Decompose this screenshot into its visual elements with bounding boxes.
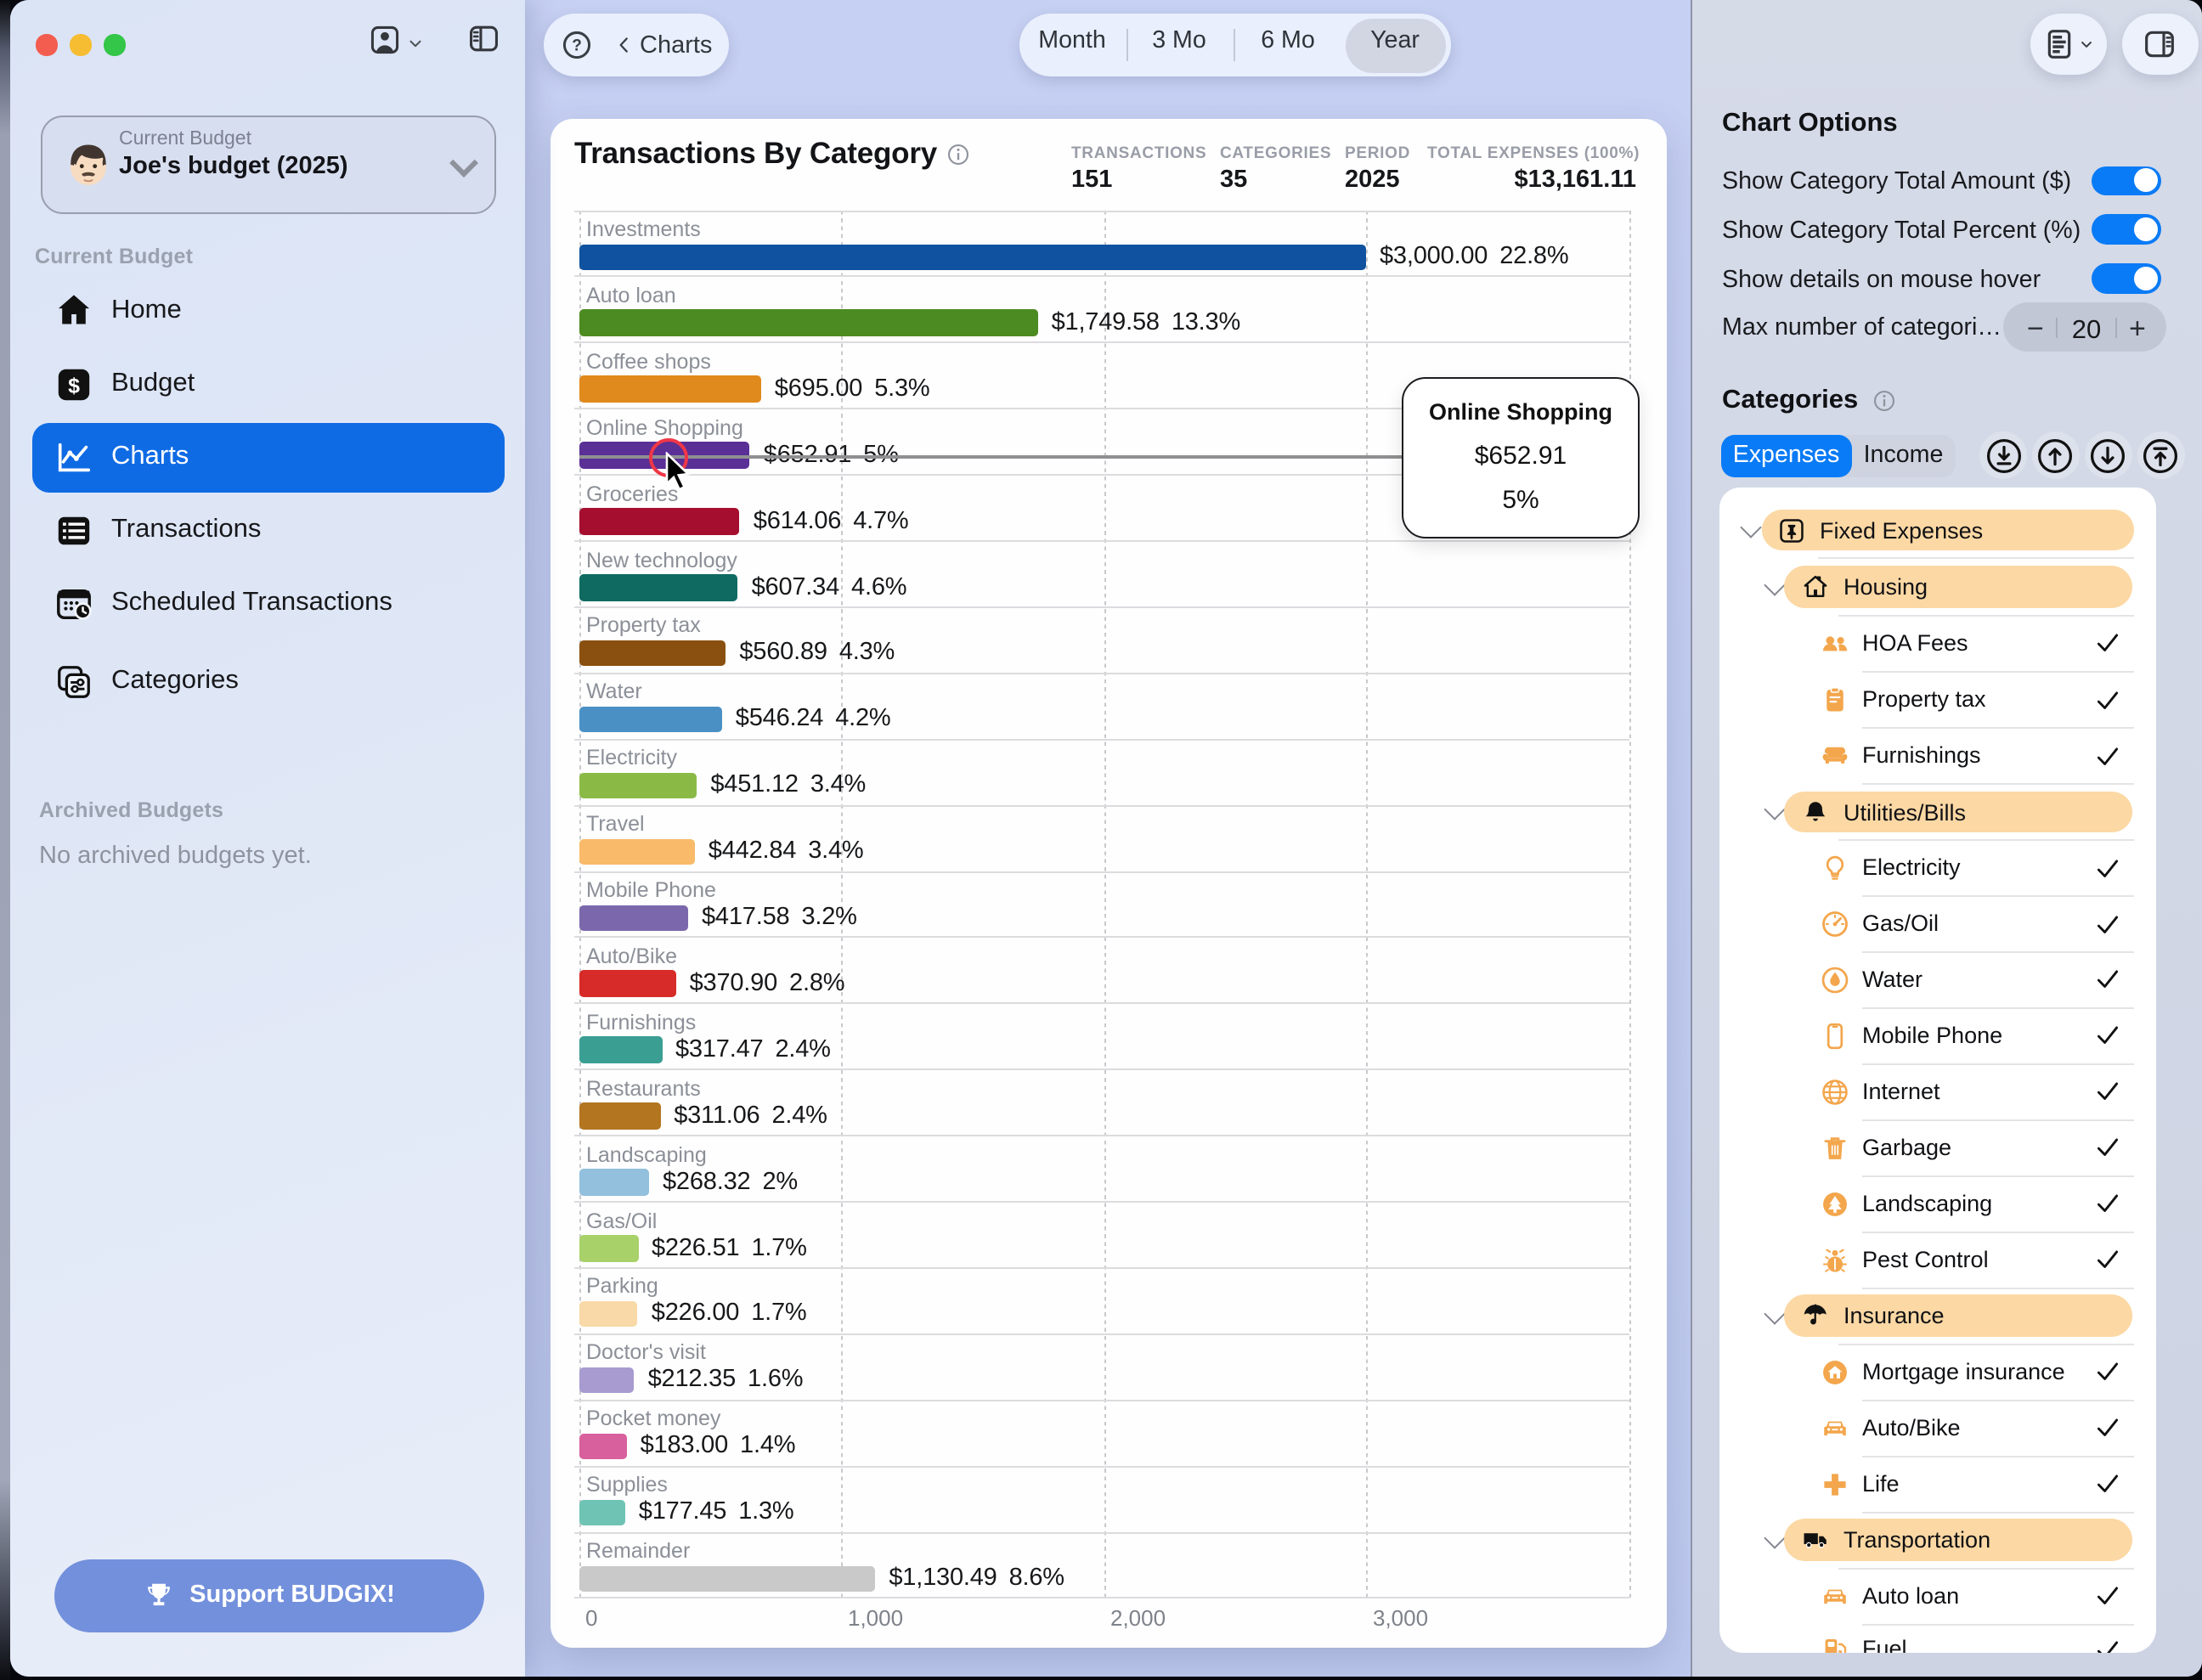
- svg-text:$: $: [68, 374, 80, 397]
- svg-text:?: ?: [571, 37, 581, 55]
